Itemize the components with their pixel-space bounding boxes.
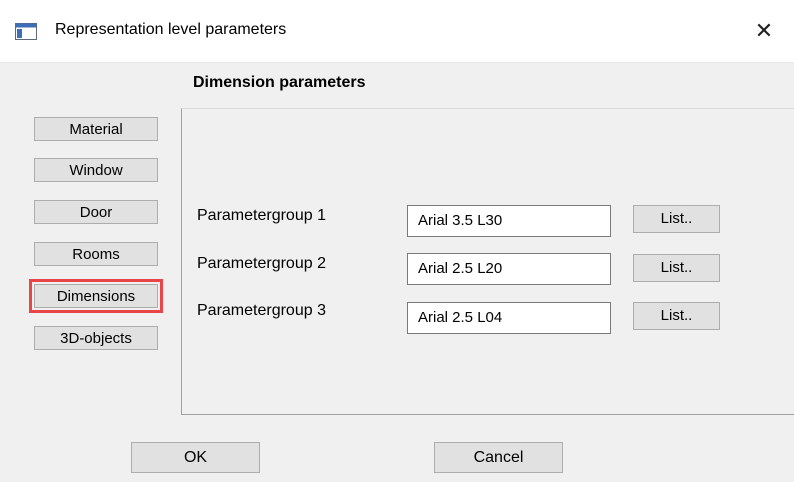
parametergroup-3-list-button[interactable]: List..: [633, 302, 720, 330]
sidebar-item-3d-objects[interactable]: 3D-objects: [34, 326, 158, 350]
parametergroup-2-list-button[interactable]: List..: [633, 254, 720, 282]
parametergroup-1-label: Parametergroup 1: [197, 207, 326, 224]
sidebar-item-window[interactable]: Window: [34, 158, 158, 182]
sidebar-item-rooms[interactable]: Rooms: [34, 242, 158, 266]
parametergroup-2-label: Parametergroup 2: [197, 255, 326, 272]
parametergroup-3-field[interactable]: Arial 2.5 L04: [407, 302, 611, 334]
ok-button[interactable]: OK: [131, 442, 260, 473]
parametergroup-3-label: Parametergroup 3: [197, 302, 326, 319]
section-title: Dimension parameters: [193, 74, 366, 91]
sidebar-item-door[interactable]: Door: [34, 200, 158, 224]
parametergroup-1-field[interactable]: Arial 3.5 L30: [407, 205, 611, 237]
window-title: Representation level parameters: [55, 21, 287, 38]
close-icon[interactable]: ✕: [734, 0, 794, 62]
cancel-button[interactable]: Cancel: [434, 442, 563, 473]
title-bar: Representation level parameters ✕: [0, 0, 794, 63]
parametergroup-2-field[interactable]: Arial 2.5 L20: [407, 253, 611, 285]
parametergroup-1-list-button[interactable]: List..: [633, 205, 720, 233]
window-icon: [15, 23, 37, 40]
sidebar-item-dimensions[interactable]: Dimensions: [29, 279, 163, 313]
sidebar-item-material[interactable]: Material: [34, 117, 158, 141]
